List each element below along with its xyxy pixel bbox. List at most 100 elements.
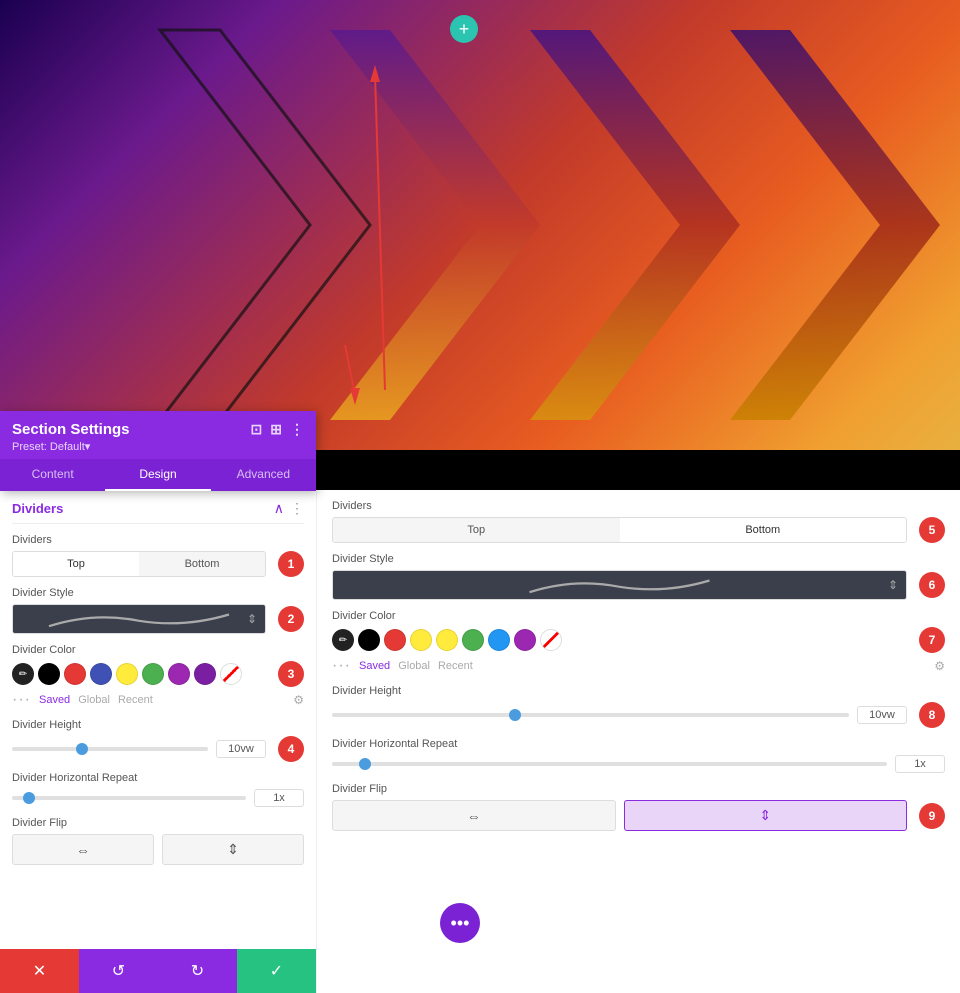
right-divider-flip-label: Divider Flip xyxy=(332,783,945,795)
right-divider-chevron: ⇕ xyxy=(888,578,898,592)
right-divider-style-selector[interactable]: ⇕ xyxy=(332,570,907,600)
redo-button[interactable]: ↻ xyxy=(158,949,237,993)
right-flip-row: ⇔ ⇕ xyxy=(332,800,907,831)
left-repeat-slider-row: 1x xyxy=(12,789,304,807)
copy-icon[interactable]: ⊡ xyxy=(251,421,263,438)
panel-preset: Preset: Default▾ xyxy=(12,440,304,453)
badge-9: 9 xyxy=(919,803,945,829)
badge-1: 1 xyxy=(278,551,304,577)
left-bottom-btn[interactable]: Bottom xyxy=(139,552,265,576)
add-section-button[interactable]: + xyxy=(450,15,478,43)
left-repeat-value: 1x xyxy=(254,789,304,807)
left-divider-repeat-field: Divider Horizontal Repeat 1x xyxy=(12,772,304,807)
left-flip-row: ⇔ ⇕ xyxy=(12,834,304,865)
left-flip-h-btn[interactable]: ⇔ xyxy=(12,834,154,865)
right-height-slider-row: 10vw xyxy=(332,706,907,724)
right-divider-color-label: Divider Color xyxy=(332,610,945,622)
undo-button[interactable]: ↺ xyxy=(79,949,158,993)
badge-8: 8 xyxy=(919,702,945,728)
section-more-icon[interactable]: ⋮ xyxy=(290,500,304,517)
right-swatch-red[interactable] xyxy=(384,629,406,651)
left-swatch-green[interactable] xyxy=(142,663,164,685)
main-layout: Dividers ∧ ⋮ Dividers Top Bottom 1 Divid… xyxy=(0,490,960,993)
panel-title-text: Section Settings xyxy=(12,421,130,438)
section-header-controls: ∧ ⋮ xyxy=(274,500,304,517)
right-top-btn[interactable]: Top xyxy=(333,518,620,542)
right-repeat-value: 1x xyxy=(895,755,945,773)
badge-6: 6 xyxy=(919,572,945,598)
dividers-title: Dividers xyxy=(12,501,63,516)
left-dividers-toggle: Top Bottom xyxy=(12,551,266,577)
panel-title: Section Settings ⊡ ⊞ ⋮ xyxy=(12,421,304,438)
layout-icon[interactable]: ⊞ xyxy=(270,421,282,438)
bottom-toolbar: ✕ ↺ ↻ ✓ xyxy=(0,949,316,993)
left-top-btn[interactable]: Top xyxy=(13,552,139,576)
badge-5: 5 xyxy=(919,517,945,543)
left-swatch-purple2[interactable] xyxy=(194,663,216,685)
panel-title-icons: ⊡ ⊞ ⋮ xyxy=(251,421,304,438)
left-color-swatches: ✏ xyxy=(12,663,266,685)
more-options-button[interactable]: ••• xyxy=(440,903,480,943)
right-recent-link[interactable]: Recent xyxy=(438,660,473,672)
left-flip-v-btn[interactable]: ⇕ xyxy=(162,834,304,865)
right-swatch-blue[interactable] xyxy=(488,629,510,651)
left-color-meta: ··· Saved Global Recent ⚙ xyxy=(12,691,304,709)
right-swatch-transparent[interactable] xyxy=(540,629,562,651)
left-swatch-blue[interactable] xyxy=(90,663,112,685)
right-global-link[interactable]: Global xyxy=(398,660,430,672)
left-height-slider[interactable] xyxy=(12,747,208,751)
right-color-dots[interactable]: ··· xyxy=(332,657,351,675)
left-divider-style-selector[interactable]: ⇕ xyxy=(12,604,266,634)
right-height-slider[interactable] xyxy=(332,713,849,717)
tab-design[interactable]: Design xyxy=(105,459,210,491)
right-swatch-purple[interactable] xyxy=(514,629,536,651)
left-swatch-purple1[interactable] xyxy=(168,663,190,685)
right-divider-repeat-field: Divider Horizontal Repeat 1x xyxy=(332,738,945,773)
right-dividers-toggle: Top Bottom xyxy=(332,517,907,543)
right-divider-preview xyxy=(341,575,898,595)
right-divider-style-field: Divider Style ⇕ 6 xyxy=(332,553,945,600)
right-divider-height-field: Divider Height 10vw 8 xyxy=(332,685,945,728)
left-saved-link[interactable]: Saved xyxy=(39,694,70,706)
left-repeat-slider[interactable] xyxy=(12,796,246,800)
right-height-value: 10vw xyxy=(857,706,907,724)
tab-content[interactable]: Content xyxy=(0,459,105,491)
divider-style-chevron: ⇕ xyxy=(247,612,257,626)
right-color-swatches: ✏ xyxy=(332,629,907,651)
right-color-gear-icon[interactable]: ⚙ xyxy=(934,659,945,673)
tab-advanced[interactable]: Advanced xyxy=(211,459,316,491)
left-color-gear-icon[interactable]: ⚙ xyxy=(293,693,304,707)
right-divider-style-label: Divider Style xyxy=(332,553,945,565)
left-recent-link[interactable]: Recent xyxy=(118,694,153,706)
right-saved-link[interactable]: Saved xyxy=(359,660,390,672)
badge-4: 4 xyxy=(278,736,304,762)
badge-3: 3 xyxy=(278,661,304,687)
left-swatch-black[interactable] xyxy=(38,663,60,685)
more-options-icon: ••• xyxy=(451,913,470,934)
right-eyedropper[interactable]: ✏ xyxy=(332,629,354,651)
panel-tabs: Content Design Advanced xyxy=(0,459,316,491)
right-dividers-label: Dividers xyxy=(332,500,945,512)
right-swatch-yellow2[interactable] xyxy=(436,629,458,651)
dividers-section-header: Dividers ∧ ⋮ xyxy=(12,490,304,524)
save-button[interactable]: ✓ xyxy=(237,949,316,993)
right-flip-h-btn[interactable]: ⇔ xyxy=(332,800,616,831)
left-swatch-transparent[interactable] xyxy=(220,663,242,685)
left-global-link[interactable]: Global xyxy=(78,694,110,706)
left-swatch-yellow[interactable] xyxy=(116,663,138,685)
left-divider-height-label: Divider Height xyxy=(12,719,304,731)
left-color-dots[interactable]: ··· xyxy=(12,691,31,709)
left-swatch-red[interactable] xyxy=(64,663,86,685)
cancel-button[interactable]: ✕ xyxy=(0,949,79,993)
left-divider-flip-field: Divider Flip ⇔ ⇕ xyxy=(12,817,304,865)
section-toggle-icon[interactable]: ∧ xyxy=(274,500,284,517)
right-repeat-slider[interactable] xyxy=(332,762,887,766)
right-flip-v-btn[interactable]: ⇕ xyxy=(624,800,908,831)
more-options-icon[interactable]: ⋮ xyxy=(290,421,304,438)
right-swatch-green[interactable] xyxy=(462,629,484,651)
right-swatch-black[interactable] xyxy=(358,629,380,651)
right-bottom-btn[interactable]: Bottom xyxy=(620,518,907,542)
right-swatch-yellow1[interactable] xyxy=(410,629,432,651)
left-eyedropper[interactable]: ✏ xyxy=(12,663,34,685)
right-dividers-field: Dividers Top Bottom 5 xyxy=(332,500,945,543)
